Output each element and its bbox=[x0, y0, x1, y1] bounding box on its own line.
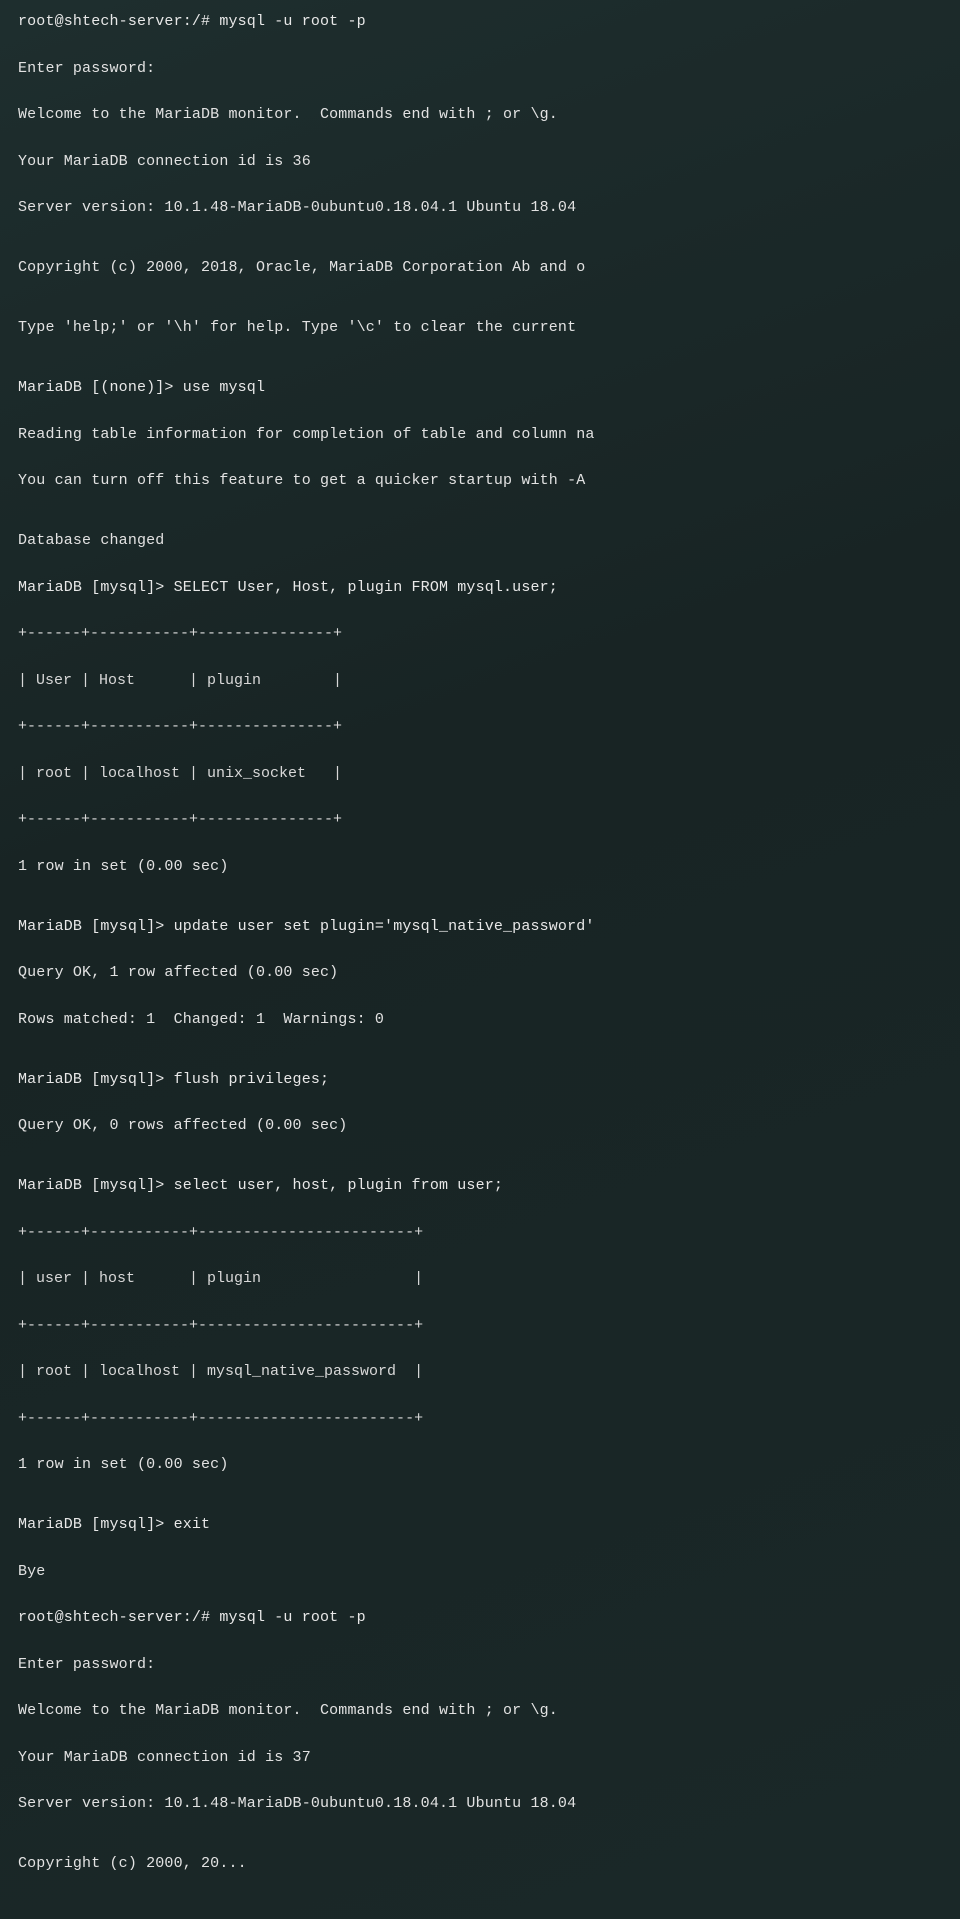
terminal-line: Enter password: bbox=[18, 57, 942, 80]
terminal-spacer bbox=[18, 516, 942, 530]
terminal-line: | User | Host | plugin | bbox=[18, 669, 942, 692]
terminal-line: +------+-----------+--------------------… bbox=[18, 1407, 942, 1430]
terminal-spacer bbox=[18, 1500, 942, 1514]
terminal-spacer bbox=[18, 1839, 942, 1853]
terminal-line: Enter password: bbox=[18, 1653, 942, 1676]
terminal-line: MariaDB [(none)]> use mysql bbox=[18, 376, 942, 399]
terminal-line: +------+-----------+---------------+ bbox=[18, 715, 942, 738]
terminal-line: +------+-----------+---------------+ bbox=[18, 622, 942, 645]
terminal-line: You can turn off this feature to get a q… bbox=[18, 469, 942, 492]
terminal-line: Your MariaDB connection id is 37 bbox=[18, 1746, 942, 1769]
terminal-line: Query OK, 0 rows affected (0.00 sec) bbox=[18, 1114, 942, 1137]
terminal-line: Reading table information for completion… bbox=[18, 423, 942, 446]
terminal-line: Copyright (c) 2000, 2018, Oracle, MariaD… bbox=[18, 256, 942, 279]
terminal-line: | root | localhost | unix_socket | bbox=[18, 762, 942, 785]
terminal-line: 1 row in set (0.00 sec) bbox=[18, 855, 942, 878]
terminal-line: Your MariaDB connection id is 36 bbox=[18, 150, 942, 173]
terminal-line: +------+-----------+--------------------… bbox=[18, 1221, 942, 1244]
terminal-line: +------+-----------+--------------------… bbox=[18, 1314, 942, 1337]
terminal-line: Server version: 10.1.48-MariaDB-0ubuntu0… bbox=[18, 196, 942, 219]
terminal-spacer bbox=[18, 243, 942, 257]
terminal-spacer bbox=[18, 1054, 942, 1068]
terminal-line: MariaDB [mysql]> exit bbox=[18, 1513, 942, 1536]
terminal-line: Database changed bbox=[18, 529, 942, 552]
terminal-line: 1 row in set (0.00 sec) bbox=[18, 1453, 942, 1476]
terminal-line: | root | localhost | mysql_native_passwo… bbox=[18, 1360, 942, 1383]
terminal-line: Query OK, 1 row affected (0.00 sec) bbox=[18, 961, 942, 984]
terminal-spacer bbox=[18, 1161, 942, 1175]
terminal-output: root@shtech-server:/# mysql -u root -p En… bbox=[18, 10, 942, 1899]
terminal-line: MariaDB [mysql]> update user set plugin=… bbox=[18, 915, 942, 938]
terminal-line: +------+-----------+---------------+ bbox=[18, 808, 942, 831]
terminal-line: Welcome to the MariaDB monitor. Commands… bbox=[18, 103, 942, 126]
terminal-spacer bbox=[18, 901, 942, 915]
terminal-spacer bbox=[18, 303, 942, 317]
terminal-line: MariaDB [mysql]> SELECT User, Host, plug… bbox=[18, 576, 942, 599]
terminal-line: Server version: 10.1.48-MariaDB-0ubuntu0… bbox=[18, 1792, 942, 1815]
terminal-line: MariaDB [mysql]> flush privileges; bbox=[18, 1068, 942, 1091]
terminal-line: | user | host | plugin | bbox=[18, 1267, 942, 1290]
terminal-line: Welcome to the MariaDB monitor. Commands… bbox=[18, 1699, 942, 1722]
terminal-spacer bbox=[18, 363, 942, 377]
terminal-line: root@shtech-server:/# mysql -u root -p bbox=[18, 1606, 942, 1629]
terminal-line: Copyright (c) 2000, 20... bbox=[18, 1852, 942, 1875]
terminal-line: root@shtech-server:/# mysql -u root -p bbox=[18, 10, 942, 33]
terminal-window: root@shtech-server:/# mysql -u root -p En… bbox=[0, 0, 960, 1919]
terminal-line: MariaDB [mysql]> select user, host, plug… bbox=[18, 1174, 942, 1197]
terminal-line: Type 'help;' or '\h' for help. Type '\c'… bbox=[18, 316, 942, 339]
terminal-line: Rows matched: 1 Changed: 1 Warnings: 0 bbox=[18, 1008, 942, 1031]
terminal-line: Bye bbox=[18, 1560, 942, 1583]
